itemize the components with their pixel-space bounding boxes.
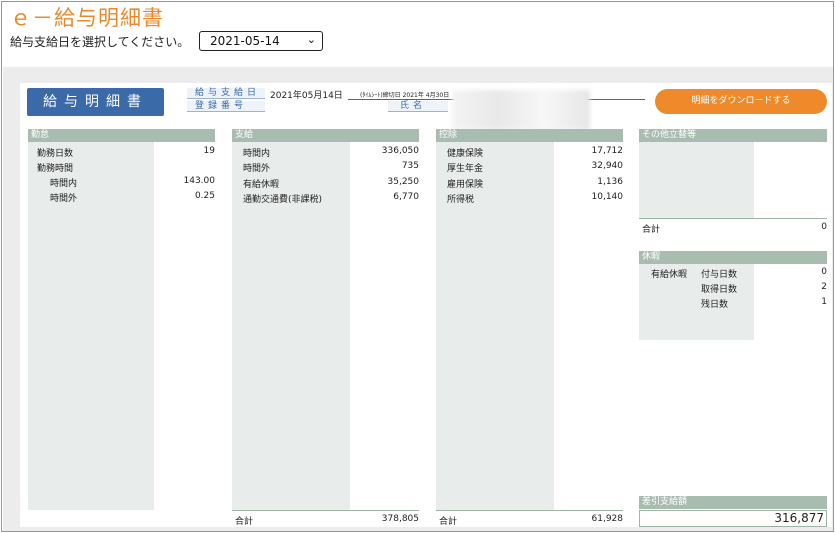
- payments-total-label: 合計: [235, 517, 254, 527]
- deduction-label: 雇用保険: [447, 180, 484, 190]
- chevron-down-icon: ⌄: [306, 33, 316, 46]
- attendance-column: 勤怠: [28, 129, 215, 142]
- deduction-label: 健康保険: [447, 149, 484, 159]
- deduction-value: 32,940: [591, 161, 624, 171]
- leave-column: 休暇: [639, 251, 827, 264]
- deductions-column: 控除: [436, 129, 623, 142]
- attendance-body: [28, 142, 154, 510]
- attendance-value: 143.00: [183, 176, 216, 186]
- leave-label: 取得日数: [701, 285, 738, 295]
- payment-label: 時間内: [243, 149, 271, 159]
- pay-date-prompt: 給与支給日を選択してください。: [10, 35, 190, 49]
- pay-date-label: 給与支給日: [187, 88, 265, 99]
- leave-value: 2: [821, 282, 827, 292]
- attendance-label: 時間内: [50, 179, 78, 189]
- payment-label: 有給休暇: [243, 180, 280, 190]
- deduction-value: 17,712: [591, 146, 624, 156]
- payment-value: 6,770: [393, 192, 419, 202]
- employee-name-label: 氏名: [388, 101, 448, 112]
- leave-label: 残日数: [701, 300, 729, 310]
- other-header: その他立替等: [639, 129, 827, 142]
- slip-logo: 給与明細書: [27, 88, 164, 116]
- attendance-value: 19: [203, 146, 215, 156]
- payments-total-divider: [232, 510, 419, 511]
- deduction-value: 1,136: [597, 177, 623, 187]
- payments-total-value: 378,805: [381, 514, 419, 524]
- leave-value: 0: [821, 267, 827, 277]
- leave-type-label: 有給休暇: [651, 270, 688, 280]
- deduction-label: 厚生年金: [447, 164, 484, 174]
- other-body: [639, 142, 754, 218]
- attendance-label: 勤務日数: [37, 149, 74, 159]
- leave-header: 休暇: [639, 251, 827, 264]
- payment-value: 336,050: [381, 146, 419, 156]
- redacted-employee-info: [452, 90, 590, 130]
- download-slip-button[interactable]: 明細をダウンロードする: [655, 89, 827, 114]
- other-column: その他立替等: [639, 129, 827, 142]
- pay-date-value: 2021年05月14日: [270, 91, 343, 101]
- attendance-header: 勤怠: [28, 129, 215, 142]
- net-pay-column: 差引支給額: [639, 496, 827, 509]
- deductions-total-divider: [436, 510, 623, 511]
- other-total-divider: [639, 218, 827, 219]
- other-total-label: 合計: [642, 225, 661, 235]
- payment-value: 735: [401, 161, 419, 171]
- cutoff-date: (ﾀｲﾑｼｰﾄ)締切日 2021年 4月30日: [360, 92, 450, 99]
- attendance-label: 勤務時間: [37, 164, 74, 174]
- net-pay-header: 差引支給額: [639, 496, 827, 509]
- payment-value: 35,250: [387, 177, 420, 187]
- deductions-total-value: 61,928: [591, 514, 624, 524]
- pay-date-select[interactable]: 2021-05-14 ⌄: [199, 31, 323, 51]
- leave-value: 1: [821, 297, 827, 307]
- registration-number-label: 登録番号: [187, 101, 265, 112]
- payments-column: 支給: [232, 129, 419, 142]
- deduction-label: 所得税: [447, 195, 475, 205]
- attendance-value: 0.25: [194, 191, 215, 201]
- deductions-total-label: 合計: [439, 517, 458, 527]
- page-title: ｅ－給与明細書: [10, 6, 164, 30]
- payment-label: 時間外: [243, 164, 271, 174]
- other-total-value: 0: [821, 222, 827, 232]
- leave-label: 付与日数: [701, 270, 738, 280]
- deduction-value: 10,140: [591, 192, 624, 202]
- pay-date-select-value: 2021-05-14: [210, 34, 280, 48]
- payment-label: 通勤交通費(非課税): [243, 195, 323, 205]
- attendance-label: 時間外: [50, 194, 78, 204]
- deductions-header: 控除: [436, 129, 623, 142]
- net-pay-value: 316,877: [639, 510, 827, 527]
- payments-header: 支給: [232, 129, 419, 142]
